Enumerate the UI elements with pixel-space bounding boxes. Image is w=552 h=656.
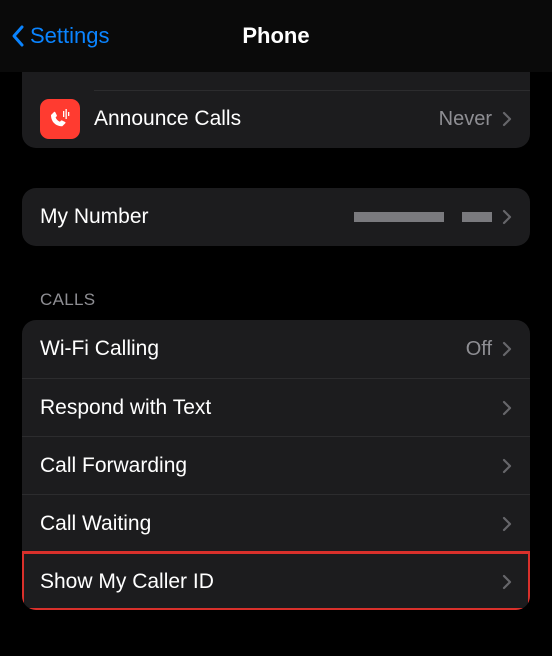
wifi-calling-label: Wi-Fi Calling bbox=[40, 337, 466, 361]
call-waiting-label: Call Waiting bbox=[40, 512, 502, 536]
show-my-caller-id-row[interactable]: Show My Caller ID bbox=[22, 552, 530, 610]
my-number-group: My Number bbox=[22, 188, 530, 246]
chevron-right-icon bbox=[502, 341, 512, 357]
settings-row-cutoff[interactable] bbox=[22, 72, 530, 90]
page-title: Phone bbox=[242, 23, 309, 49]
chevron-left-icon bbox=[10, 24, 26, 48]
chevron-right-icon bbox=[502, 574, 512, 590]
chevron-right-icon bbox=[502, 516, 512, 532]
back-button[interactable]: Settings bbox=[10, 23, 110, 49]
show-my-caller-id-label: Show My Caller ID bbox=[40, 570, 502, 594]
wifi-calling-value: Off bbox=[466, 338, 492, 361]
call-forwarding-label: Call Forwarding bbox=[40, 454, 502, 478]
my-number-label: My Number bbox=[40, 205, 354, 229]
calls-section-header: CALLS bbox=[40, 290, 530, 310]
announce-calls-value: Never bbox=[439, 108, 492, 131]
respond-with-text-label: Respond with Text bbox=[40, 396, 502, 420]
wifi-calling-row[interactable]: Wi-Fi Calling Off bbox=[22, 320, 530, 378]
call-forwarding-row[interactable]: Call Forwarding bbox=[22, 436, 530, 494]
chevron-right-icon bbox=[502, 458, 512, 474]
announce-calls-row[interactable]: Announce Calls Never bbox=[22, 90, 530, 148]
call-waiting-row[interactable]: Call Waiting bbox=[22, 494, 530, 552]
my-number-value-redacted bbox=[354, 212, 492, 222]
top-settings-group: Announce Calls Never bbox=[22, 72, 530, 148]
calls-group: Wi-Fi Calling Off Respond with Text Call… bbox=[22, 320, 530, 610]
chevron-right-icon bbox=[502, 400, 512, 416]
my-number-row[interactable]: My Number bbox=[22, 188, 530, 246]
announce-calls-icon bbox=[40, 99, 80, 139]
nav-bar: Settings Phone bbox=[0, 0, 552, 72]
chevron-right-icon bbox=[502, 209, 512, 225]
respond-with-text-row[interactable]: Respond with Text bbox=[22, 378, 530, 436]
back-label: Settings bbox=[30, 23, 110, 49]
chevron-right-icon bbox=[502, 111, 512, 127]
announce-calls-label: Announce Calls bbox=[94, 107, 439, 131]
